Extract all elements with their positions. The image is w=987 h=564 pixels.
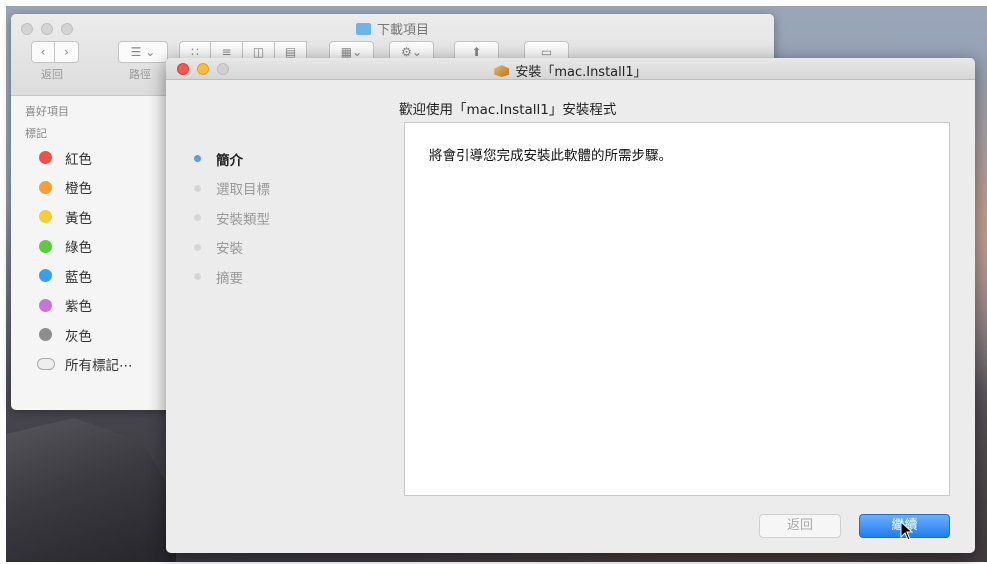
finder-path-button[interactable]: ☰ ⌄ xyxy=(118,41,168,63)
step-label: 摘要 xyxy=(216,270,243,287)
wallpaper-rock xyxy=(6,418,176,562)
installer-content-panel: 將會引導您完成安裝此軟體的所需步驟。 xyxy=(404,122,950,496)
tags-heading: 標記 xyxy=(25,127,47,140)
all-tags-label: 所有標記⋯ xyxy=(65,358,133,375)
installer-step: 摘要 xyxy=(194,262,270,292)
finder-forward-button[interactable]: › xyxy=(55,41,79,63)
finder-back-button[interactable]: ‹ xyxy=(31,41,55,63)
tag-icon: ▭ xyxy=(540,45,553,59)
tag-color-icon xyxy=(39,328,52,342)
tag-color-icon xyxy=(39,210,52,224)
sidebar-item-tag[interactable]: 綠色 xyxy=(11,232,166,262)
installer-step: 安裝類型 xyxy=(194,203,270,233)
step-bullet-icon xyxy=(194,243,201,251)
tag-label: 灰色 xyxy=(65,328,92,345)
installer-title: 安裝「mac.Install1」 xyxy=(166,61,975,80)
sidebar-item-tag[interactable]: 灰色 xyxy=(11,320,166,350)
installer-step: 安裝 xyxy=(194,233,270,263)
finder-title: 下載項目 xyxy=(11,19,774,38)
sidebar-item-tag[interactable]: 藍色 xyxy=(11,261,166,291)
package-icon xyxy=(494,65,510,77)
tag-color-icon xyxy=(39,151,52,165)
share-icon: ⬆ xyxy=(471,45,482,59)
chevron-left-icon: ‹ xyxy=(40,45,46,59)
step-bullet-icon xyxy=(194,214,201,222)
sidebar-item-tag[interactable]: 橙色 xyxy=(11,173,166,203)
tag-label: 黃色 xyxy=(65,210,92,227)
installer-step: 簡介 xyxy=(194,144,270,174)
tag-label: 藍色 xyxy=(65,269,92,286)
sidebar-item-tag[interactable]: 紫色 xyxy=(11,291,166,321)
tag-color-icon xyxy=(39,239,52,253)
finder-nav-group: ‹ › xyxy=(31,41,79,63)
all-tags-icon xyxy=(37,358,55,371)
finder-path-label: 路徑 xyxy=(129,68,151,81)
tag-label: 橙色 xyxy=(65,181,92,198)
finder-title-text: 下載項目 xyxy=(376,23,429,38)
installer-heading: 歡迎使用「mac.Install1」安裝程式 xyxy=(399,102,617,118)
installer-window: 安裝「mac.Install1」 歡迎使用「mac.Install1」安裝程式 … xyxy=(166,58,975,553)
step-bullet-icon xyxy=(194,155,201,163)
chevron-right-icon: › xyxy=(64,45,69,59)
step-label: 安裝類型 xyxy=(216,211,270,228)
step-label: 選取目標 xyxy=(216,182,270,199)
step-bullet-icon xyxy=(194,184,201,192)
step-bullet-icon xyxy=(194,273,201,281)
installer-step: 選取目標 xyxy=(194,174,270,204)
mouse-cursor-icon xyxy=(900,521,914,541)
list-icon: ☰ ⌄ xyxy=(130,45,156,59)
tag-color-icon xyxy=(39,269,52,283)
sidebar-item-tag[interactable]: 紅色 xyxy=(11,143,166,173)
step-label: 簡介 xyxy=(216,152,243,169)
tag-color-icon xyxy=(39,298,52,312)
tag-label: 綠色 xyxy=(65,240,92,257)
tag-label: 紅色 xyxy=(65,151,92,168)
step-label: 安裝 xyxy=(216,241,243,258)
finder-sidebar: 喜好項目 標記 紅色橙色黃色綠色藍色紫色灰色 所有標記⋯ xyxy=(11,97,166,410)
installer-titlebar: 安裝「mac.Install1」 xyxy=(166,58,975,80)
folder-icon xyxy=(355,23,371,35)
gear-icon: ⚙⌄ xyxy=(401,45,422,59)
installer-title-text: 安裝「mac.Install1」 xyxy=(515,65,647,80)
installer-body-text: 將會引導您完成安裝此軟體的所需步驟。 xyxy=(429,148,672,164)
back-button[interactable]: 返回 xyxy=(759,514,841,538)
tag-color-icon xyxy=(39,180,52,194)
tag-label: 紫色 xyxy=(65,299,92,316)
sidebar-item-tag[interactable]: 黃色 xyxy=(11,202,166,232)
sidebar-item-all-tags[interactable]: 所有標記⋯ xyxy=(11,350,166,380)
finder-back-label: 返回 xyxy=(41,68,63,81)
installer-steps: 簡介選取目標安裝類型安裝摘要 xyxy=(194,144,270,292)
favorites-heading: 喜好項目 xyxy=(25,105,69,118)
tag-list: 紅色橙色黃色綠色藍色紫色灰色 xyxy=(11,143,166,350)
